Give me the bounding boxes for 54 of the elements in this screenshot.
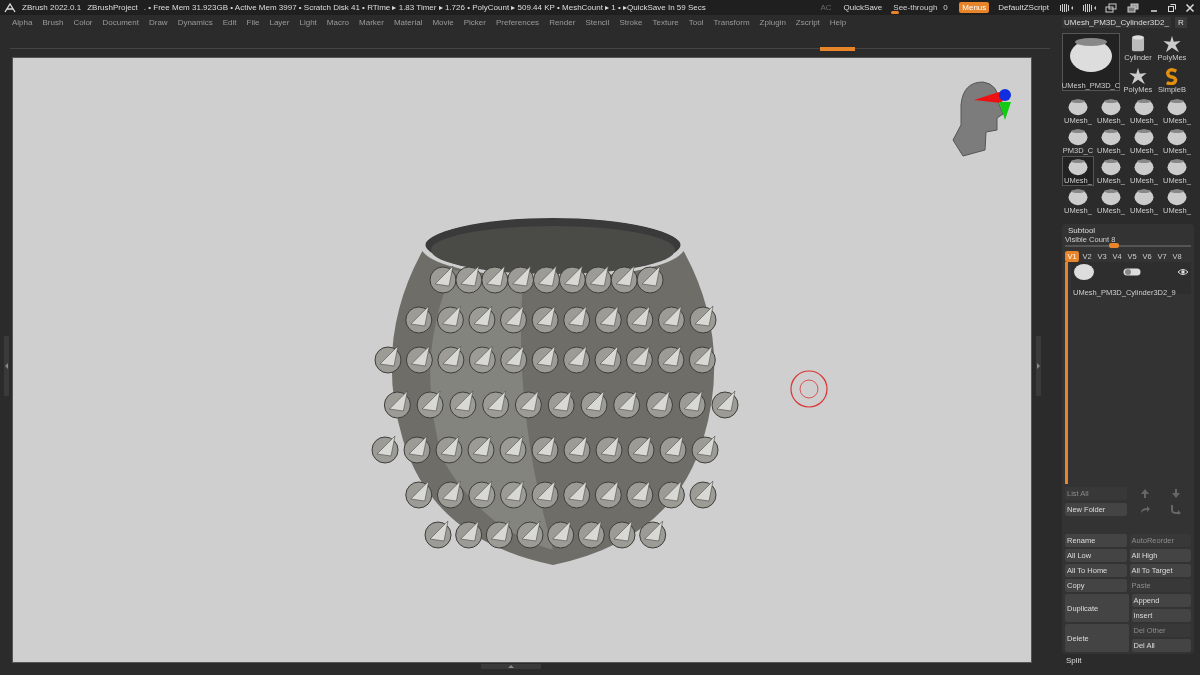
menu-item[interactable]: Alpha: [12, 18, 33, 27]
r-button[interactable]: R: [1174, 16, 1187, 28]
menu-item[interactable]: Stencil: [585, 18, 610, 27]
toggle-switch-icon: [1123, 268, 1141, 276]
menu-item[interactable]: Light: [299, 18, 317, 27]
bent-arrow-icon[interactable]: [1169, 503, 1182, 516]
side-tray-handle[interactable]: [3, 336, 9, 396]
script-button[interactable]: DefaultZScript: [995, 2, 1052, 13]
app-version: ZBrush 2022.0.1: [22, 3, 82, 12]
menu-item[interactable]: Edit: [222, 18, 237, 27]
menu-item[interactable]: Marker: [359, 18, 384, 27]
side-tray-handle[interactable]: [1035, 336, 1041, 396]
menu-item[interactable]: Zplugin: [759, 18, 786, 27]
menu-item[interactable]: Material: [393, 18, 423, 27]
menu-item[interactable]: Macro: [326, 18, 350, 27]
up-arrow-icon[interactable]: [1138, 487, 1151, 500]
app-logo-icon: [4, 2, 16, 13]
columns-icon[interactable]: [1059, 2, 1074, 13]
windows-icon[interactable]: [1105, 2, 1119, 13]
menu-item[interactable]: File: [246, 18, 260, 27]
menu-item[interactable]: Layer: [269, 18, 290, 27]
menu-item[interactable]: Color: [73, 18, 93, 27]
menu-item[interactable]: Picker: [463, 18, 486, 27]
menu-item[interactable]: Movie: [432, 18, 454, 27]
quicksave-button[interactable]: QuickSave: [840, 2, 886, 13]
panel-title[interactable]: Split: [1062, 656, 1194, 665]
down-arrow-icon[interactable]: [1169, 487, 1182, 500]
menu-item[interactable]: Transform: [713, 18, 750, 27]
menu-item[interactable]: Tool: [688, 18, 704, 27]
columns-icon[interactable]: [1082, 2, 1097, 13]
subtool-scrollbar[interactable]: [1065, 262, 1068, 484]
menu-item[interactable]: Stroke: [619, 18, 643, 27]
status-text: . • Free Mem 31.923GB • Active Mem 3997 • Scratch Disk 41 • RTime ▸ 1.83 Timer ▸ 1.726 • PolyCount ▸ 509.44 KP • MeshCount ▸ 1 • ▸QuickSave In 59 Secs: [143, 3, 706, 12]
menu-item[interactable]: Preferences: [496, 18, 540, 27]
close-icon[interactable]: [1185, 2, 1195, 13]
bottom-tray-handle[interactable]: [481, 664, 541, 669]
mesh-thumbnail-icon: [1073, 263, 1095, 281]
menu-item[interactable]: Texture: [652, 18, 679, 27]
menu-item[interactable]: Dynamics: [177, 18, 213, 27]
menu-item[interactable]: Document: [102, 18, 139, 27]
see-through-slider[interactable]: See-through 0: [891, 1, 954, 14]
brush-cursor-icon: [789, 369, 829, 409]
project-name: ZBrushProject: [87, 3, 138, 12]
current-tool-name: UMesh_PM3D_Cylinder3D2_: [1062, 16, 1171, 28]
windows-icon[interactable]: [1127, 2, 1141, 13]
eye-icon[interactable]: [1177, 268, 1189, 276]
progress-indicator: [820, 47, 855, 51]
menu-item[interactable]: Help: [829, 18, 847, 27]
restore-icon[interactable]: [1167, 2, 1177, 13]
menu-item[interactable]: Zscript: [795, 18, 820, 27]
panel-title: Subtool: [1067, 226, 1097, 235]
menu-item[interactable]: Draw: [148, 18, 168, 27]
menu-item[interactable]: Brush: [42, 18, 64, 27]
menu-item[interactable]: Render: [549, 18, 576, 27]
